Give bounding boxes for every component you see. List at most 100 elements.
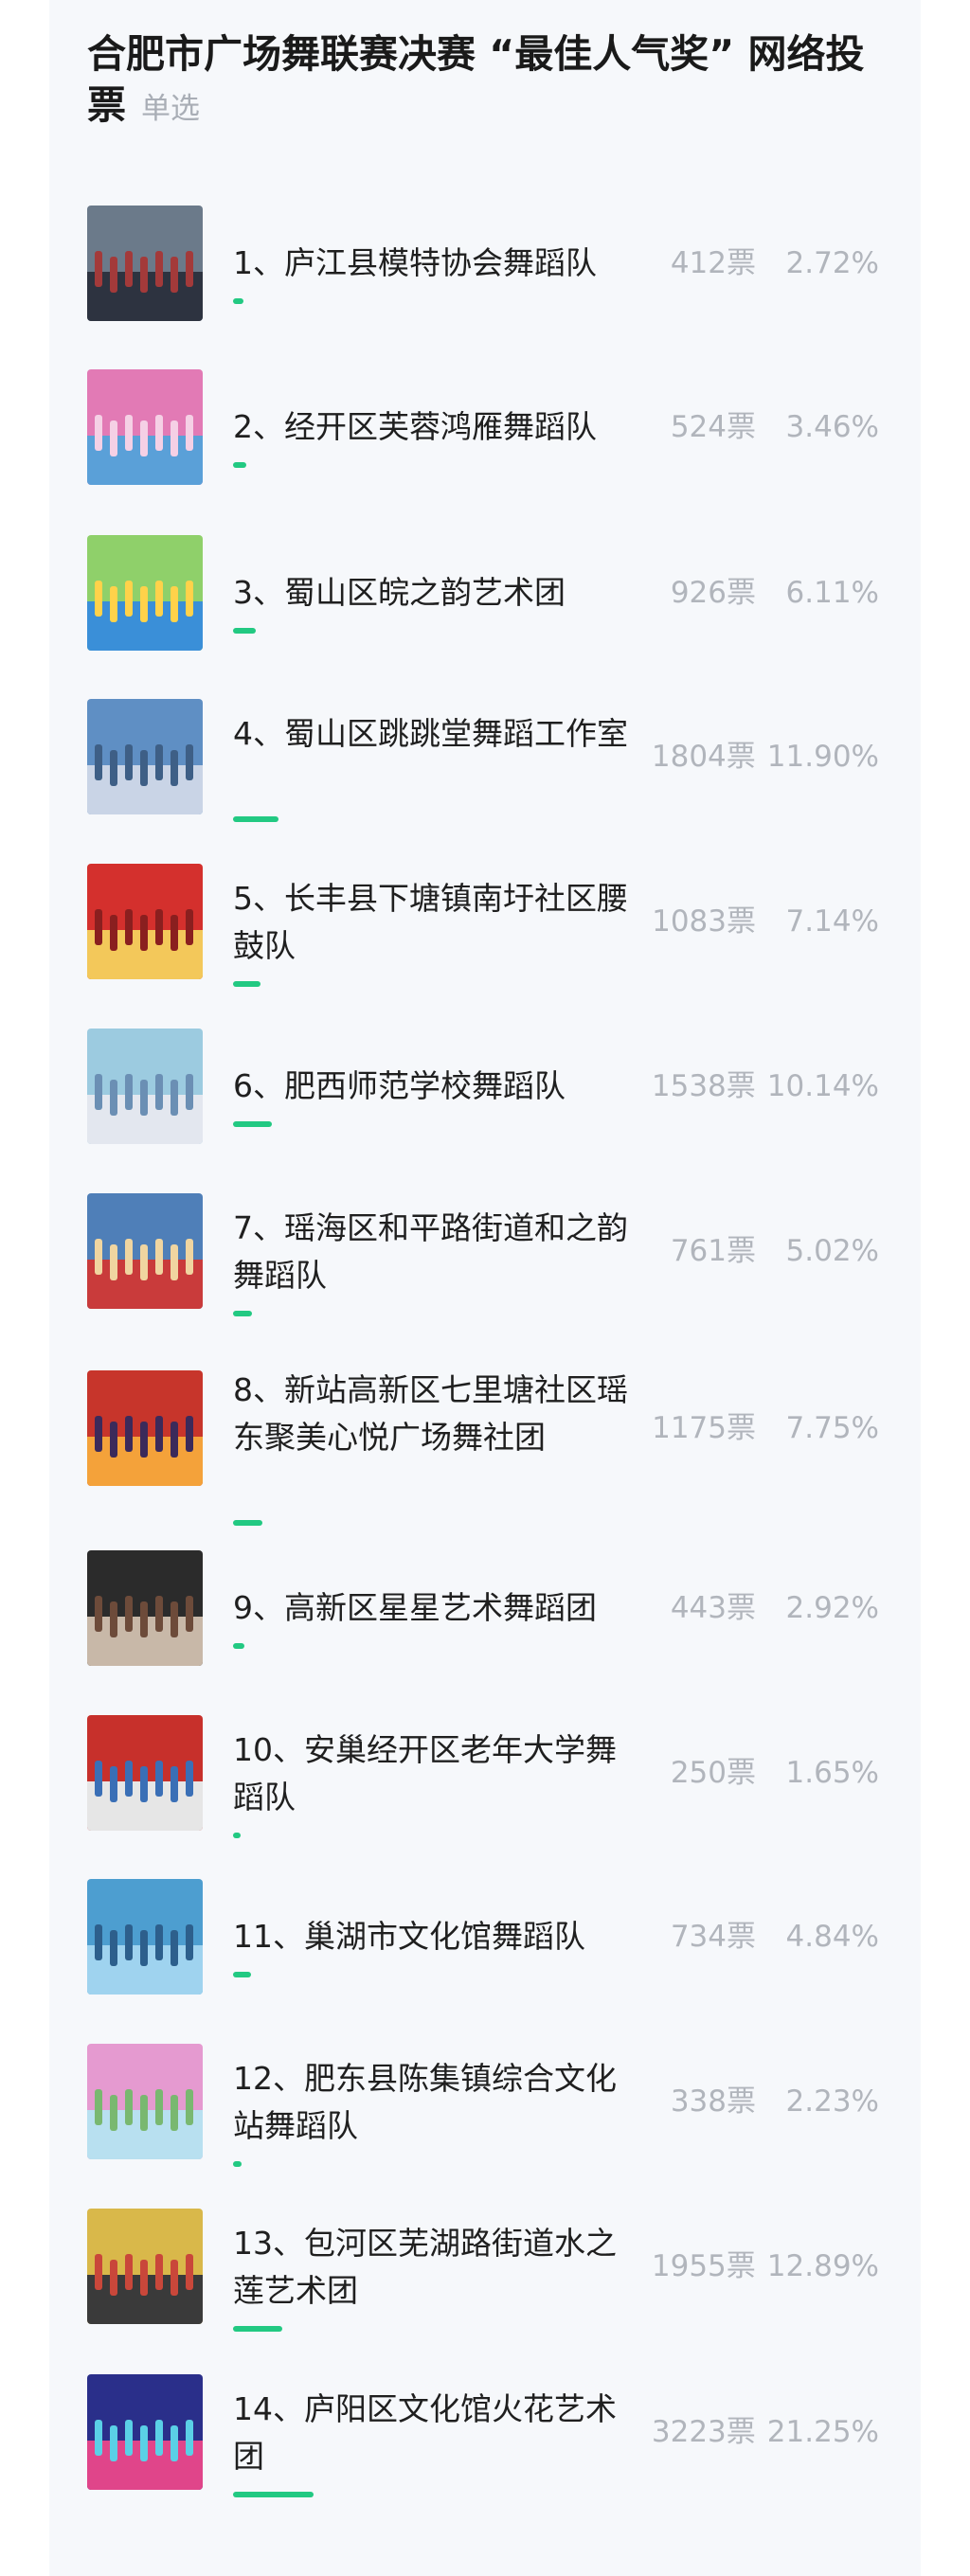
vote-percent: 2.23% [785, 2084, 879, 2119]
option-photo [87, 2044, 203, 2159]
vote-progress-bar [233, 1311, 252, 1316]
vote-progress-bar [233, 628, 256, 634]
vote-progress-bar [233, 1520, 262, 1526]
poll-title: 合肥市广场舞联赛决赛 “最佳人气奖” 网络投票 [87, 31, 865, 128]
option-stats: 338票 2.23% [604, 2078, 879, 2125]
vote-percent: 4.84% [785, 1920, 879, 1954]
vote-percent: 1.65% [785, 1756, 879, 1790]
option-stats: 524票 3.46% [604, 403, 879, 451]
vote-count: 412票 [670, 246, 756, 280]
vote-percent: 7.14% [785, 904, 879, 939]
vote-count: 1804票 [651, 740, 756, 774]
vote-percent: 11.90% [766, 740, 879, 774]
pink-dancers-photo [87, 369, 203, 485]
option-label: 2、经开区芙蓉鸿雁舞蹈队 [233, 408, 597, 445]
vote-progress-bar [233, 1833, 241, 1838]
vote-progress-bar [233, 1972, 251, 1977]
vote-count: 524票 [670, 410, 756, 444]
option-stats: 926票 6.11% [604, 569, 879, 617]
option-photo [87, 1879, 203, 1995]
option-stats: 1804票 11.90% [604, 733, 879, 780]
blue-costume-dancers-photo [87, 1879, 203, 1995]
option-label: 7、瑶海区和平路街道和之韵舞蹈队 [233, 1209, 628, 1294]
option-label: 4、蜀山区跳跳堂舞蹈工作室 [233, 715, 628, 752]
vote-count: 250票 [670, 1756, 756, 1790]
option-label: 8、新站高新区七里塘社区瑶东聚美心悦广场舞社团 [233, 1371, 628, 1456]
option-label: 5、长丰县下塘镇南圩社区腰鼓队 [233, 880, 628, 964]
option-label: 3、蜀山区皖之韵艺术团 [233, 574, 566, 611]
outdoor-fan-dance-photo [87, 2044, 203, 2159]
stage-performance-photo [87, 535, 203, 651]
outdoor-ensemble-photo [87, 206, 203, 321]
option-stats: 734票 4.84% [604, 1913, 879, 1960]
option-stats: 3223票 21.25% [604, 2408, 879, 2456]
vote-percent: 3.46% [785, 410, 879, 444]
option-stats: 412票 2.72% [604, 240, 879, 287]
option-stats: 1955票 12.89% [604, 2243, 879, 2290]
option-photo [87, 206, 203, 321]
vote-progress-bar [233, 2492, 314, 2497]
option-photo [87, 864, 203, 979]
option-label: 6、肥西师范学校舞蹈队 [233, 1067, 566, 1104]
option-stats: 1175票 7.75% [604, 1404, 879, 1452]
option-photo [87, 2374, 203, 2490]
vote-count: 1538票 [651, 1069, 756, 1103]
vote-percent: 21.25% [766, 2415, 879, 2449]
option-label: 13、包河区芜湖路街道水之莲艺术团 [233, 2225, 617, 2309]
vote-progress-bar [233, 981, 260, 987]
option-photo [87, 1193, 203, 1309]
vote-percent: 2.92% [785, 1591, 879, 1625]
vote-progress-bar [233, 1643, 244, 1649]
vote-count: 734票 [670, 1920, 756, 1954]
red-stage-photo [87, 1370, 203, 1486]
vote-progress-bar [233, 298, 243, 304]
outdoor-red-dancers-photo [87, 1193, 203, 1309]
option-stats: 1538票 10.14% [604, 1063, 879, 1110]
vote-count: 1955票 [651, 2249, 756, 2283]
option-label: 11、巢湖市文化馆舞蹈队 [233, 1918, 585, 1955]
option-photo [87, 2209, 203, 2324]
option-stats: 443票 2.92% [604, 1584, 879, 1632]
vote-progress-bar [233, 1121, 272, 1127]
vote-count: 3223票 [651, 2415, 756, 2449]
vote-percent: 5.02% [785, 1234, 879, 1268]
option-stats: 1083票 7.14% [604, 898, 879, 945]
vote-count: 443票 [670, 1591, 756, 1625]
option-photo [87, 1715, 203, 1831]
vote-percent: 6.11% [785, 576, 879, 610]
option-photo [87, 1029, 203, 1144]
vote-percent: 7.75% [785, 1411, 879, 1445]
option-stats: 761票 5.02% [604, 1227, 879, 1275]
option-label: 12、肥东县陈集镇综合文化站舞蹈队 [233, 2060, 617, 2144]
stage-lineup-photo [87, 1029, 203, 1144]
poll-header: 合肥市广场舞联赛决赛 “最佳人气奖” 网络投票 单选 [87, 28, 894, 134]
poll-mode-label: 单选 [141, 92, 200, 126]
option-photo [87, 699, 203, 814]
option-label: 1、庐江县模特协会舞蹈队 [233, 244, 597, 281]
option-stats: 250票 1.65% [604, 1749, 879, 1797]
vote-progress-bar [233, 816, 278, 822]
option-label: 9、高新区星星艺术舞蹈团 [233, 1589, 597, 1626]
red-banner-group-photo [87, 864, 203, 979]
vote-percent: 12.89% [766, 2249, 879, 2283]
option-photo [87, 1550, 203, 1666]
option-label: 14、庐阳区文化馆火花艺术团 [233, 2390, 617, 2475]
night-stage-photo [87, 2374, 203, 2490]
option-photo [87, 369, 203, 485]
option-photo [87, 535, 203, 651]
vote-percent: 2.72% [785, 246, 879, 280]
vote-count: 338票 [670, 2084, 756, 2119]
vote-count: 926票 [670, 576, 756, 610]
event-stage-photo [87, 1715, 203, 1831]
option-label: 10、安巢经开区老年大学舞蹈队 [233, 1731, 617, 1816]
vote-count: 1083票 [652, 904, 756, 939]
vote-percent: 10.14% [766, 1069, 879, 1103]
plaza-dance-photo [87, 699, 203, 814]
vote-progress-bar [233, 462, 246, 468]
vote-count: 1175票 [652, 1411, 756, 1445]
option-photo [87, 1370, 203, 1486]
indoor-group-photo [87, 1550, 203, 1666]
vote-count: 761票 [670, 1234, 756, 1268]
yellow-costume-stage-photo [87, 2209, 203, 2324]
vote-progress-bar [233, 2161, 242, 2167]
